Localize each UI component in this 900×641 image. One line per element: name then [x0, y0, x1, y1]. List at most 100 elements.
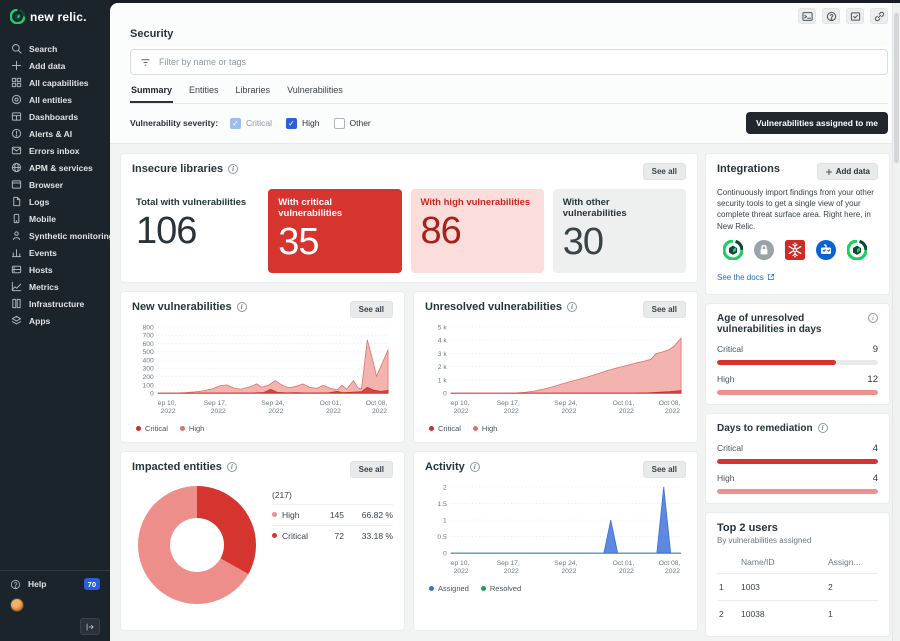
svg-text:2022: 2022 [504, 568, 519, 575]
svg-text:100: 100 [143, 382, 154, 389]
table-row[interactable]: 2100381 [717, 600, 878, 627]
right-column: Integrations Add data Continuously impor… [705, 153, 890, 631]
insecure-tile-high[interactable]: With high vulnerabilities86 [411, 189, 544, 273]
sidebar-item-browser[interactable]: Browser [0, 176, 110, 193]
sidebar-item-synthetic-monitoring[interactable]: Synthetic monitoring [0, 227, 110, 244]
donut-legend-row-critical[interactable]: Critical7233.18 % [272, 525, 393, 546]
snowflake-icon[interactable] [785, 240, 805, 260]
svg-text:Oct 01,: Oct 01, [613, 400, 635, 407]
sidebar-item-alerts-ai[interactable]: Alerts & AI [0, 125, 110, 142]
sidebar-item-all-capabilities[interactable]: All capabilities [0, 74, 110, 91]
impacted-entities-donut[interactable] [138, 486, 256, 604]
vulnerabilities-assigned-button[interactable]: Vulnerabilities assigned to me [746, 112, 888, 134]
unresolved-vulnerabilities-chart[interactable]: 01 k2 k3 k4 k5 kep 10,2022Sep 17,2022Sep… [425, 322, 686, 421]
tab-entities[interactable]: Entities [188, 85, 220, 103]
svg-text:Oct 08,: Oct 08, [659, 400, 681, 407]
avatar[interactable] [10, 598, 24, 612]
feedback-icon[interactable] [846, 8, 864, 24]
sidebar-item-label: Synthetic monitoring [29, 231, 114, 241]
svg-text:0: 0 [150, 390, 154, 397]
app-root: new relic. SearchAdd dataAll capabilitie… [0, 0, 900, 641]
insecure-tile-plain[interactable]: Total with vulnerabilities106 [132, 189, 259, 273]
sidebar-item-apps[interactable]: Apps [0, 312, 110, 329]
table-row[interactable]: 110032 [717, 573, 878, 600]
sidebar-item-logs[interactable]: Logs [0, 193, 110, 210]
svg-text:1 k: 1 k [438, 377, 448, 384]
sidebar-item-label: Apps [29, 316, 50, 326]
sidebar-item-hosts[interactable]: Hosts [0, 261, 110, 278]
svg-text:3 k: 3 k [438, 351, 448, 358]
see-all-button[interactable]: See all [643, 163, 686, 180]
info-icon[interactable] [227, 462, 237, 472]
legend-item-critical[interactable]: Critical [429, 424, 461, 433]
tab-vulnerabilities[interactable]: Vulnerabilities [286, 85, 344, 103]
grid-icon [11, 77, 22, 88]
lock-icon[interactable] [754, 240, 774, 260]
legend-item-critical[interactable]: Critical [136, 424, 168, 433]
see-all-button[interactable]: See all [350, 461, 393, 478]
sidebar-item-metrics[interactable]: Metrics [0, 278, 110, 295]
page-header: Security SummaryEntitiesLibrariesVulnera… [110, 3, 900, 104]
sidebar-item-search[interactable]: Search [0, 40, 110, 57]
info-icon[interactable] [567, 302, 577, 312]
see-the-docs-link[interactable]: See the docs [717, 273, 775, 282]
help-circle-icon[interactable] [822, 8, 840, 24]
sidebar-item-help[interactable]: Help 70 [10, 578, 100, 590]
sidebar-item-errors-inbox[interactable]: Errors inbox [0, 142, 110, 159]
insecure-tile-other[interactable]: With other vulnerabilities30 [553, 189, 686, 273]
svg-text:2022: 2022 [619, 568, 634, 575]
see-all-button[interactable]: See all [643, 461, 686, 478]
add-data-button[interactable]: Add data [817, 163, 878, 180]
external-link-icon [767, 273, 775, 281]
info-icon[interactable] [818, 423, 828, 433]
sidebar-item-infrastructure[interactable]: Infrastructure [0, 295, 110, 312]
filter-icon [140, 57, 151, 68]
dependabot-icon[interactable] [816, 240, 836, 260]
sidebar-item-events[interactable]: Events [0, 244, 110, 261]
filter-input[interactable] [159, 57, 878, 67]
see-all-button[interactable]: See all [643, 301, 686, 318]
bars-icon [11, 247, 22, 258]
sidebar-item-dashboards[interactable]: Dashboards [0, 108, 110, 125]
sidebar-item-label: Alerts & AI [29, 129, 72, 139]
sidebar-item-mobile[interactable]: Mobile [0, 210, 110, 227]
insecure-libraries-card: Insecure libraries See all Total with vu… [120, 153, 698, 283]
legend-item-high[interactable]: High [180, 424, 204, 433]
legend-item-assigned[interactable]: Assigned [429, 584, 469, 593]
severity-checkbox-critical[interactable]: Critical [230, 118, 272, 129]
sidebar-item-apm-services[interactable]: APM & services [0, 159, 110, 176]
newrelic-icon[interactable] [847, 240, 867, 260]
legend-item-resolved[interactable]: Resolved [481, 584, 521, 593]
see-all-button[interactable]: See all [350, 301, 393, 318]
scrollbar[interactable] [892, 3, 900, 641]
activity-chart[interactable]: 00.511.52ep 10,2022Sep 17,2022Sep 24,202… [425, 482, 686, 581]
insecure-tiles: Total with vulnerabilities106With critic… [132, 189, 686, 273]
tab-libraries[interactable]: Libraries [235, 85, 272, 103]
donut-legend-row-high[interactable]: High14566.82 % [272, 504, 393, 525]
phone-icon [11, 213, 22, 224]
link-icon[interactable] [870, 8, 888, 24]
tab-summary[interactable]: Summary [130, 85, 173, 103]
severity-options: Critical High Other [230, 118, 734, 129]
info-icon[interactable] [470, 462, 480, 472]
sidebar-collapse-button[interactable] [80, 618, 100, 635]
insecure-tile-critical[interactable]: With critical vulnerabilities35 [268, 189, 401, 273]
terminal-icon[interactable] [798, 8, 816, 24]
svg-text:4 k: 4 k [438, 337, 448, 344]
severity-checkbox-other[interactable]: Other [334, 118, 371, 129]
sidebar-item-label: Events [29, 248, 57, 258]
new-vulnerabilities-card: New vulnerabilities See all 010020030040… [120, 291, 405, 443]
newrelic-logo[interactable]: new relic. [0, 0, 110, 32]
new-vulnerabilities-chart[interactable]: 0100200300400500600700800ep 10,2022Sep 1… [132, 322, 393, 421]
info-icon[interactable] [228, 164, 238, 174]
svg-text:2022: 2022 [619, 408, 634, 415]
info-icon[interactable] [868, 313, 878, 323]
legend-item-high[interactable]: High [473, 424, 497, 433]
sidebar-item-add-data[interactable]: Add data [0, 57, 110, 74]
sidebar-item-all-entities[interactable]: All entities [0, 91, 110, 108]
filter-bar[interactable] [130, 49, 888, 75]
svg-text:Sep 17,: Sep 17, [497, 560, 520, 567]
severity-checkbox-high[interactable]: High [286, 118, 319, 129]
newrelic-icon[interactable] [723, 240, 743, 260]
info-icon[interactable] [237, 302, 247, 312]
